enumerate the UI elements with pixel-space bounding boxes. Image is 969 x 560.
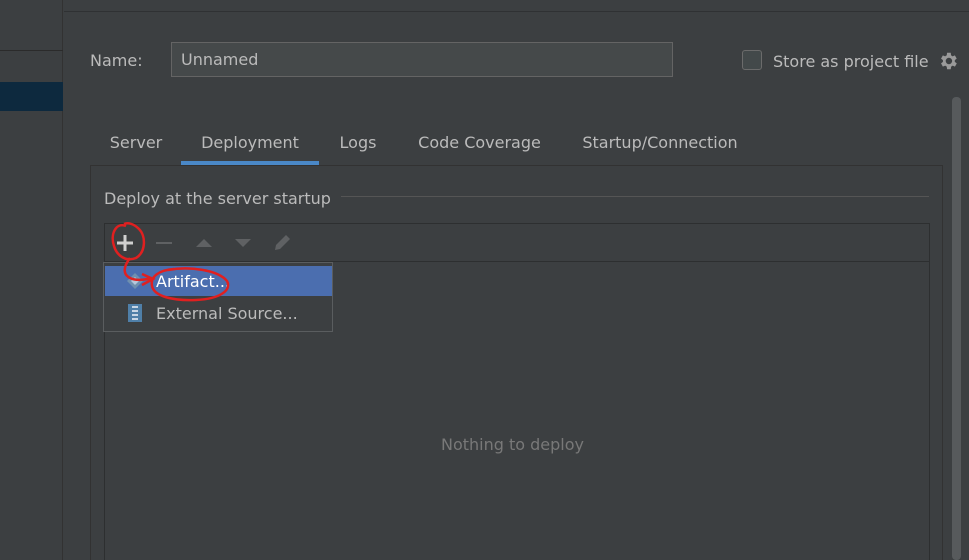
store-as-project-file-label[interactable]: Store as project file [773,52,929,71]
tab-code-coverage[interactable]: Code Coverage [397,120,562,165]
gear-icon[interactable] [937,50,959,72]
name-input[interactable] [171,42,673,77]
section-divider [341,196,929,197]
minus-icon[interactable] [152,231,176,255]
popup-item-label: External Source... [156,303,298,323]
name-label: Name: [90,51,143,70]
external-source-icon [125,303,145,323]
arrow-up-icon[interactable] [192,231,216,255]
tab-deployment[interactable]: Deployment [181,120,319,165]
deploy-toolbar [105,224,929,262]
scrollbar[interactable] [952,97,961,560]
left-panel [0,0,63,560]
plus-icon[interactable] [113,231,137,255]
top-divider [64,11,969,12]
popup-item-label: Artifact... [156,271,231,291]
arrow-down-icon[interactable] [231,231,255,255]
left-panel-divider [0,50,63,51]
artifact-icon [125,271,145,291]
popup-item-artifact[interactable]: Artifact... [105,266,332,296]
empty-list-text: Nothing to deploy [441,435,585,454]
deploy-section-title: Deploy at the server startup [104,189,331,208]
store-as-project-file-checkbox[interactable] [742,50,762,70]
popup-item-external-source[interactable]: External Source... [105,298,332,328]
add-popup-menu: Artifact... External Source... [103,262,333,332]
tab-logs[interactable]: Logs [319,120,397,165]
pencil-icon[interactable] [270,231,294,255]
left-panel-selected-item[interactable] [0,82,63,111]
tab-startup-connection[interactable]: Startup/Connection [562,120,758,165]
tab-server[interactable]: Server [91,120,181,165]
